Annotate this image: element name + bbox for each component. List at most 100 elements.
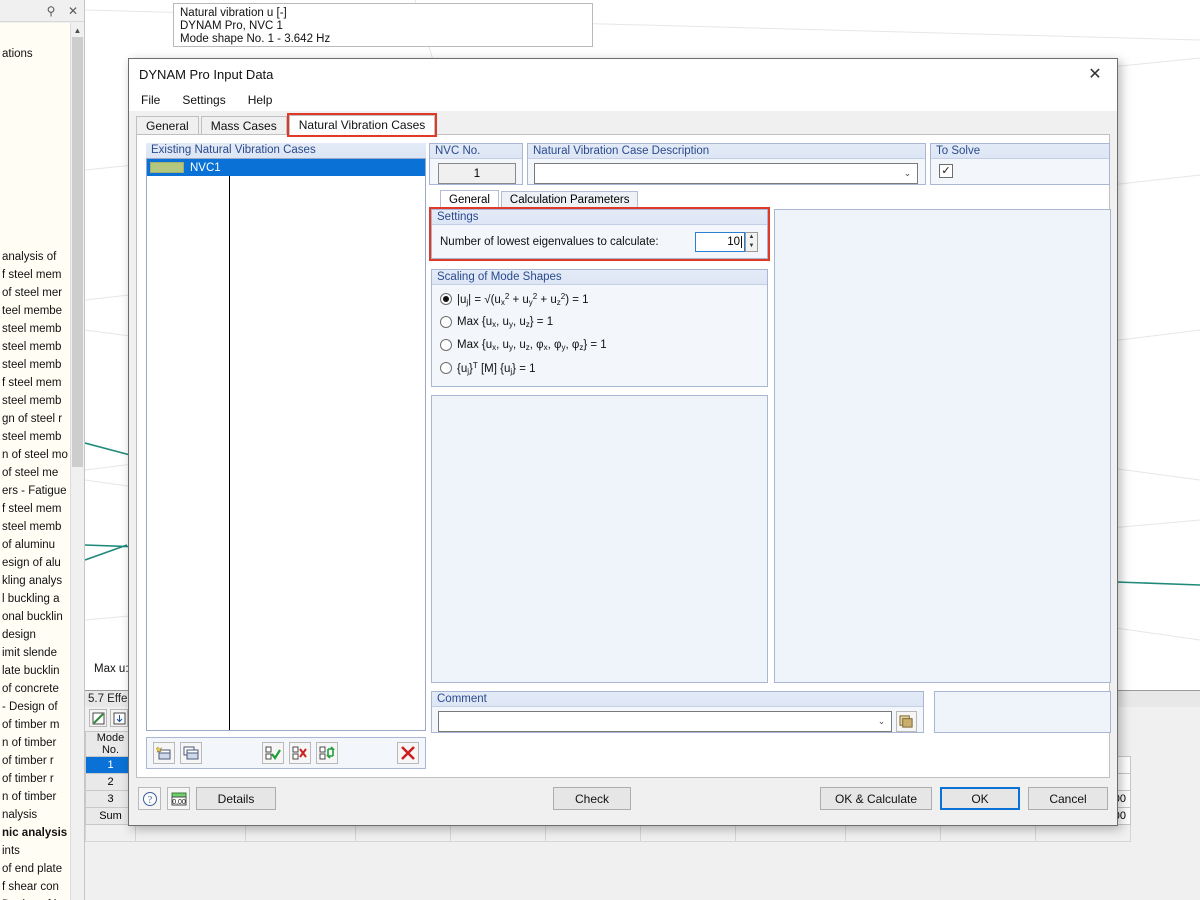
ok-button[interactable]: OK	[940, 787, 1020, 810]
tree-item[interactable]: teel membe	[0, 302, 70, 320]
select-all-button[interactable]	[261, 742, 284, 764]
tree-item[interactable]: of steel me	[0, 464, 70, 482]
footer-right-buttons[interactable]: OK & Calculate OK Cancel	[820, 787, 1108, 810]
main-tabstrip[interactable]: General Mass Cases Natural Vibration Cas…	[136, 113, 1110, 137]
table-icon[interactable]	[89, 709, 107, 727]
scaling-option-mass[interactable]: {uj}T [M] {uj} = 1	[440, 360, 767, 376]
tree-item[interactable]: onal bucklin	[0, 608, 70, 626]
tree-item[interactable]: of aluminu	[0, 536, 70, 554]
scroll-up-icon[interactable]: ▲	[71, 23, 84, 37]
tree-item[interactable]: of concrete	[0, 680, 70, 698]
radio-icon[interactable]	[440, 339, 452, 351]
tree-item[interactable]: f steel mem	[0, 500, 70, 518]
stepper-up-icon[interactable]: ▲	[746, 233, 757, 242]
close-icon[interactable]: ✕	[1073, 59, 1117, 89]
tree-item[interactable]: of steel mer	[0, 284, 70, 302]
comment-combobox[interactable]: ⌄	[438, 711, 892, 732]
menu-item-settings[interactable]: Settings	[182, 93, 225, 107]
chevron-down-icon[interactable]: ⌄	[902, 168, 913, 179]
copy-case-button[interactable]	[180, 742, 202, 764]
tree-item[interactable]: Design of bo	[0, 896, 70, 900]
menu-item-file[interactable]: File	[141, 93, 160, 107]
tree-item[interactable]: f steel mem	[0, 374, 70, 392]
pin-icon[interactable]: ⚲	[44, 4, 58, 18]
tree-item[interactable]: kling analys	[0, 572, 70, 590]
deselect-all-button[interactable]	[288, 742, 311, 764]
tree-item[interactable]: gn of steel r	[0, 410, 70, 428]
footer-left-buttons[interactable]: ? 0,00 Details	[138, 787, 276, 810]
help-icon[interactable]: ?	[138, 787, 161, 810]
dynam-pro-input-dialog[interactable]: DYNAM Pro Input Data ✕ File Settings Hel…	[128, 58, 1118, 826]
tree-item-list[interactable]: analysis of f steel mem of steel mer teel m…	[0, 248, 70, 900]
scrollbar-thumb[interactable]	[72, 37, 83, 467]
stepper-down-icon[interactable]: ▼	[746, 242, 757, 251]
tree-item[interactable]: steel memb	[0, 428, 70, 446]
cancel-button[interactable]: Cancel	[1028, 787, 1108, 810]
scaling-option-list[interactable]: |uj| = √(ux2 + uy2 + uz2) = 1 Max {ux, uy…	[432, 285, 767, 376]
ok-and-calculate-button[interactable]: OK & Calculate	[820, 787, 932, 810]
tree-item[interactable]: design	[0, 626, 70, 644]
delete-case-button[interactable]	[397, 742, 419, 764]
close-icon[interactable]: ✕	[66, 4, 80, 18]
nvc-no-field[interactable]: 1	[438, 163, 516, 184]
inner-tab-calculation-parameters[interactable]: Calculation Parameters	[500, 191, 639, 209]
tree-item[interactable]: nic analysis	[0, 824, 70, 842]
tree-item[interactable]: n of steel mo	[0, 446, 70, 464]
tree-item[interactable]: imit slende	[0, 644, 70, 662]
tree-item[interactable]: steel memb	[0, 320, 70, 338]
tree-item[interactable]: of timber r	[0, 752, 70, 770]
tree-item[interactable]: l buckling a	[0, 590, 70, 608]
tree-item[interactable]: steel memb	[0, 392, 70, 410]
tree-item-first[interactable]: ations	[0, 45, 70, 63]
tab-natural-vibration-cases[interactable]: Natural Vibration Cases	[286, 113, 438, 137]
tree-item[interactable]: of timber m	[0, 716, 70, 734]
to-solve-checkbox[interactable]: ✓	[939, 164, 953, 178]
scaling-option-norm[interactable]: |uj| = √(ux2 + uy2 + uz2) = 1	[440, 291, 767, 307]
new-case-button[interactable]	[153, 742, 175, 764]
tree-item[interactable]: steel memb	[0, 338, 70, 356]
tree-item[interactable]: n of timber	[0, 788, 70, 806]
check-button[interactable]: Check	[553, 787, 631, 810]
tree-item[interactable]: analysis of	[0, 248, 70, 266]
tree-item[interactable]: late bucklin	[0, 662, 70, 680]
tab-general[interactable]: General	[136, 116, 199, 135]
scaling-option-max3[interactable]: Max {ux, uy, uz} = 1	[440, 314, 767, 330]
eigenvalues-input[interactable]: 10	[695, 231, 745, 252]
existing-cases-list[interactable]: NVC1	[146, 158, 426, 731]
navigator-scrollbar[interactable]: ▲	[70, 23, 84, 900]
tree-item[interactable]: ints	[0, 842, 70, 860]
radio-icon[interactable]	[440, 362, 452, 374]
menu-item-help[interactable]: Help	[248, 93, 273, 107]
tree-item[interactable]: of timber r	[0, 770, 70, 788]
description-combobox[interactable]: ⌄	[534, 163, 918, 184]
scaling-option-max6[interactable]: Max {ux, uy, uz, φx, φy, φz} = 1	[440, 337, 767, 353]
comment-library-icon[interactable]	[896, 711, 917, 732]
eigenvalues-stepper[interactable]: ▲ ▼	[745, 231, 758, 252]
navigator-panel[interactable]: ⚲ ✕ ations analysis of f steel mem of stee…	[0, 0, 85, 900]
dialog-titlebar[interactable]: DYNAM Pro Input Data ✕	[129, 59, 1117, 89]
radio-icon[interactable]	[440, 293, 452, 305]
units-icon[interactable]: 0,00	[167, 787, 190, 810]
tree-item[interactable]: n of timber	[0, 734, 70, 752]
dialog-menubar[interactable]: File Settings Help	[129, 89, 1117, 111]
details-button[interactable]: Details	[196, 787, 276, 810]
inner-tabstrip[interactable]: General Calculation Parameters	[440, 190, 639, 209]
export-icon[interactable]	[110, 709, 128, 727]
tree-item[interactable]: f shear con	[0, 878, 70, 896]
tree-item[interactable]: ers - Fatigue	[0, 482, 70, 500]
tab-mass-cases[interactable]: Mass Cases	[200, 116, 287, 135]
tree-item[interactable]: steel memb	[0, 518, 70, 536]
tree-item[interactable]: f steel mem	[0, 266, 70, 284]
list-item[interactable]: NVC1	[147, 159, 425, 176]
tree-item[interactable]: - Design of	[0, 698, 70, 716]
tree-item[interactable]: esign of alu	[0, 554, 70, 572]
chevron-down-icon[interactable]: ⌄	[876, 716, 887, 727]
inner-tab-general[interactable]: General	[440, 190, 499, 209]
navigator-tree[interactable]: ations analysis of f steel mem of steel me…	[0, 23, 84, 900]
tree-item[interactable]: of end plate	[0, 860, 70, 878]
tree-item[interactable]: steel memb	[0, 356, 70, 374]
tree-item[interactable]: nalysis	[0, 806, 70, 824]
radio-icon[interactable]	[440, 316, 452, 328]
invert-selection-button[interactable]	[315, 742, 338, 764]
existing-cases-toolbar[interactable]	[146, 737, 426, 769]
